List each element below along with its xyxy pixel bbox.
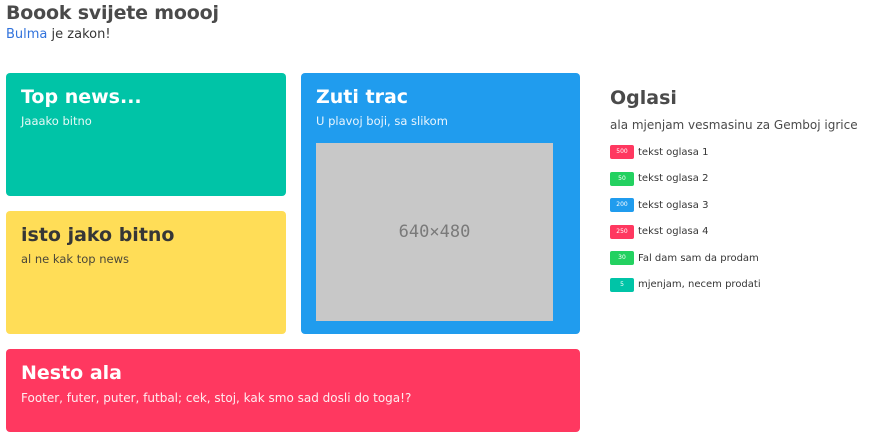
tile-zuti-trac: Zuti trac U plavoj boji, sa slikom 640×4… [301,73,580,334]
site-subtitle: Bulma je zakon! [6,27,111,42]
ads-panel: Oglasi ala mjenjam vesmasinu za Gemboj i… [610,87,872,303]
tile-isto-subtitle: al ne kak top news [21,251,129,266]
placeholder-image-label: 640×480 [398,222,471,242]
ad-list: 500 tekst oglasa 1 50 tekst oglasa 2 200 teks… [610,144,872,293]
ad-price-tag: 500 [610,145,634,159]
ad-price-tag: 30 [610,251,634,265]
tile-nesto-title: Nesto ala [21,362,123,384]
tile-zuti-title: Zuti trac [316,86,409,108]
ad-item[interactable]: 50 tekst oglasa 2 [610,171,872,187]
tile-top-news-subtitle: Jaaako bitno [21,113,92,128]
ad-price-tag: 200 [610,198,634,212]
site-subtitle-text: je zakon! [47,27,111,42]
ad-item[interactable]: 250 tekst oglasa 4 [610,224,872,240]
ad-item[interactable]: 200 tekst oglasa 3 [610,197,872,213]
ad-text: tekst oglasa 2 [638,173,709,184]
ad-text: mjenjam, necem prodati [638,279,761,290]
ad-price-tag: 50 [610,171,634,186]
tile-zuti-subtitle: U plavoj boji, sa slikom [316,113,448,128]
ad-text: tekst oglasa 3 [638,199,709,211]
ad-item[interactable]: 5 mjenjam, necem prodati [610,277,872,293]
tile-top-news: Top news... Jaaako bitno [6,73,286,196]
ad-item[interactable]: 30 Fal dam sam da prodam [610,250,872,266]
ads-title: Oglasi [610,87,677,109]
ad-text: tekst oglasa 4 [638,226,709,237]
ad-price-tag: 5 [610,277,634,292]
tile-isto-title: isto jako bitno [21,224,175,246]
ads-subtitle: ala mjenjam vesmasinu za Gemboj igrice [610,118,858,132]
site-title: Boook svijete moooj [6,2,219,24]
ad-text: Fal dam sam da prodam [638,252,759,264]
ad-price-tag: 250 [610,224,634,239]
tile-isto-jako-bitno: isto jako bitno al ne kak top news [6,211,286,334]
tile-nesto-ala: Nesto ala Footer, futer, puter, futbal; … [6,349,580,432]
page: Boook svijete moooj Bulma je zakon! Top … [0,0,880,438]
placeholder-image: 640×480 [316,143,553,321]
bulma-link[interactable]: Bulma [6,27,47,42]
ad-text: tekst oglasa 1 [638,146,709,158]
ad-item[interactable]: 500 tekst oglasa 1 [610,144,872,160]
tile-nesto-subtitle: Footer, futer, puter, futbal; cek, stoj,… [21,390,412,405]
tile-top-news-title: Top news... [21,86,142,108]
